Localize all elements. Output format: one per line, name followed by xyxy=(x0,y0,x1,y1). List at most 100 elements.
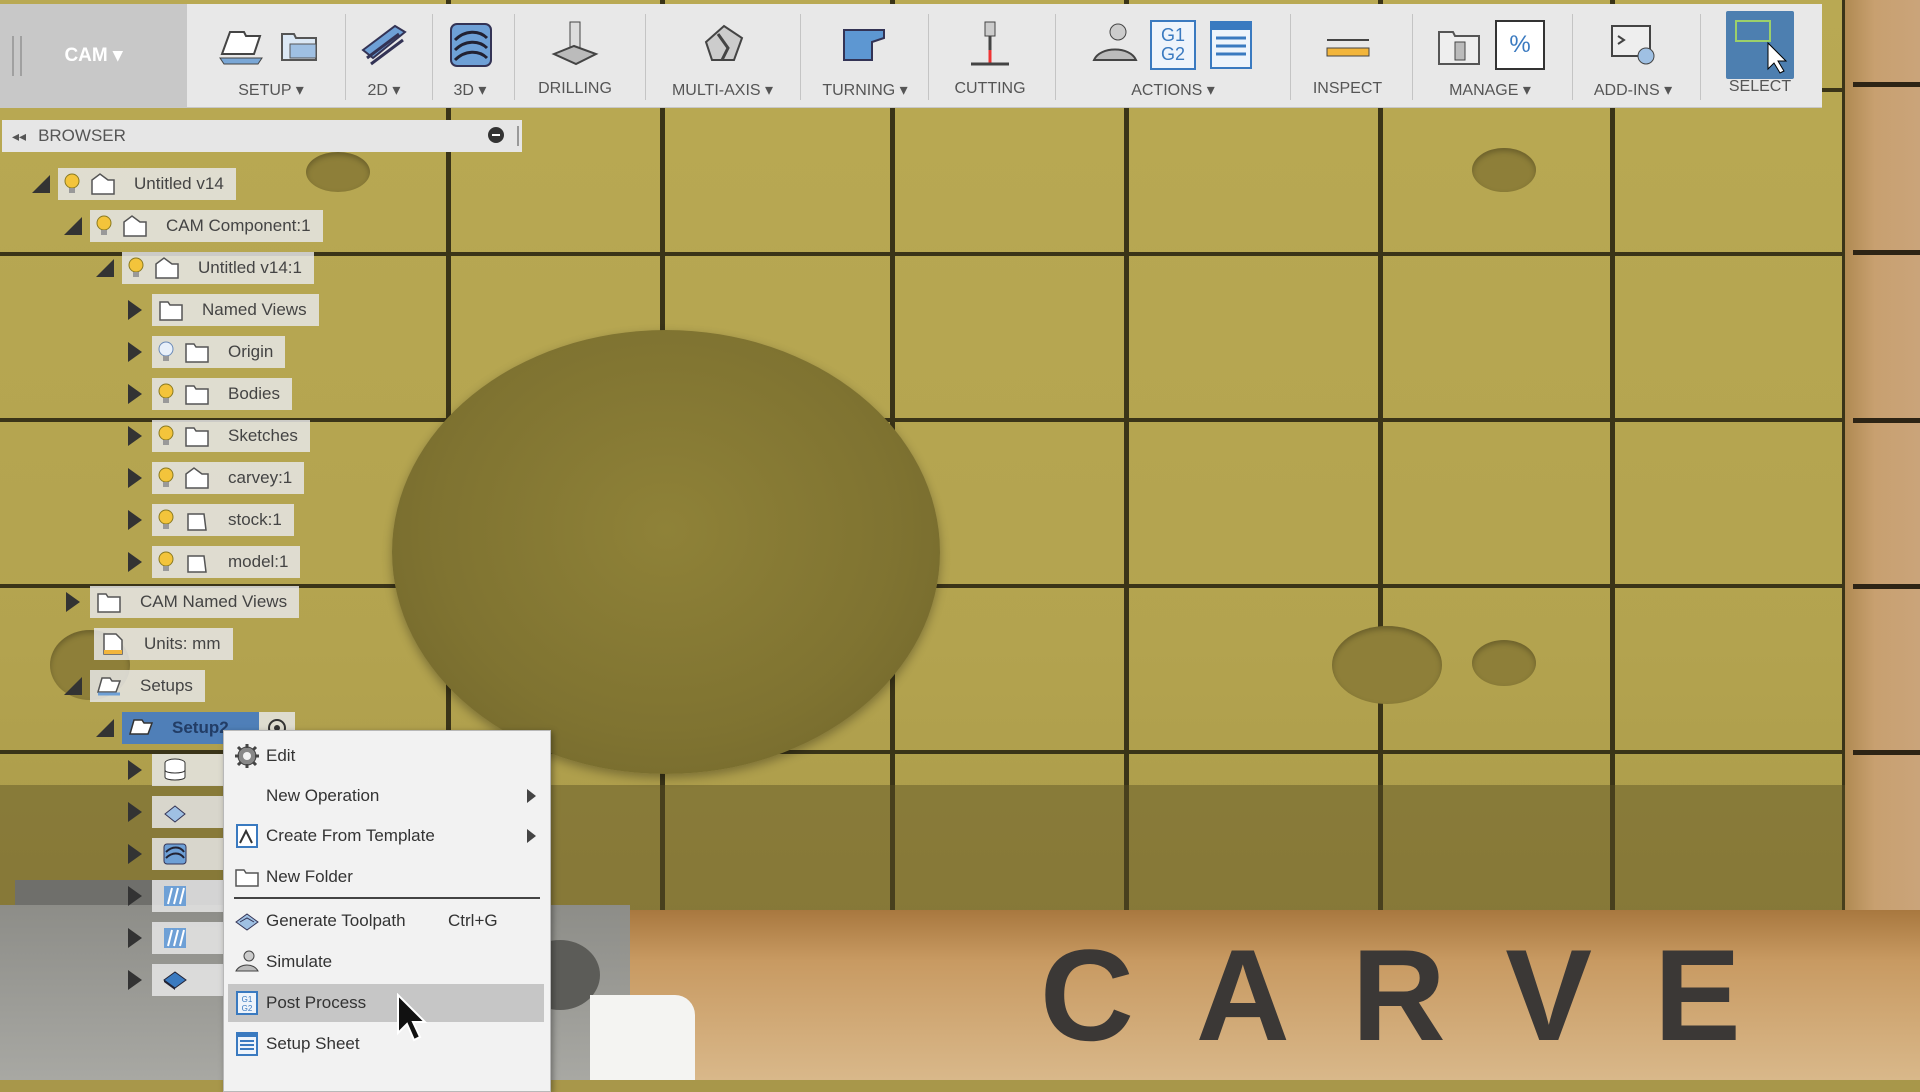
3d-label: 3D ▾ xyxy=(453,82,487,99)
expand-toggle-icon[interactable] xyxy=(124,843,146,865)
tree-node-cam-component[interactable]: CAM Component:1 xyxy=(62,209,323,243)
expand-toggle-icon[interactable] xyxy=(124,969,146,991)
2d-group[interactable]: 2D ▾ xyxy=(352,4,416,107)
visibility-bulb-icon[interactable] xyxy=(158,467,174,489)
expand-toggle-icon[interactable] xyxy=(94,257,116,279)
menu-item-generate-toolpath[interactable]: Generate Toolpath Ctrl+G xyxy=(228,902,544,940)
multi-axis-icon[interactable] xyxy=(698,20,748,70)
tree-label: CAM Named Views xyxy=(140,592,288,611)
expand-toggle-icon[interactable] xyxy=(124,425,146,447)
expand-toggle-icon[interactable] xyxy=(124,759,146,781)
tree-node-operation[interactable] xyxy=(124,879,234,913)
resize-handle[interactable] xyxy=(517,126,519,146)
visibility-bulb-icon[interactable] xyxy=(96,215,112,237)
minimize-icon[interactable] xyxy=(488,127,504,143)
workspace-switcher[interactable]: CAM ▾ xyxy=(0,4,187,107)
drill-icon[interactable] xyxy=(550,20,600,70)
tree-node-carvey[interactable]: carvey:1 xyxy=(124,461,305,495)
tree-node-model[interactable]: model:1 xyxy=(124,545,301,579)
manage-group[interactable]: % MANAGE ▾ xyxy=(1420,4,1560,107)
cutting-group[interactable]: CUTTING xyxy=(935,4,1045,107)
actions-group[interactable]: G1 G2 ACTIONS ▾ xyxy=(1068,4,1278,107)
2d-icon[interactable] xyxy=(359,20,409,70)
expand-toggle-icon[interactable] xyxy=(62,215,84,237)
visibility-bulb-off-icon[interactable] xyxy=(158,341,174,363)
tool-library-icon[interactable] xyxy=(1435,20,1485,70)
menu-item-post-process[interactable]: G1 G2 Post Process xyxy=(228,984,544,1022)
select-group[interactable]: SELECT xyxy=(1712,4,1808,107)
tree-node-units[interactable]: Units: mm xyxy=(94,627,233,661)
setup-label: SETUP ▾ xyxy=(238,82,304,99)
setup-folder-icon[interactable] xyxy=(276,20,326,70)
menu-item-label: New Folder xyxy=(266,867,353,886)
tree-node-sketches[interactable]: Sketches xyxy=(124,419,310,453)
measure-icon[interactable] xyxy=(1323,20,1373,70)
visibility-bulb-icon[interactable] xyxy=(158,551,174,573)
tree-node-operation[interactable] xyxy=(124,963,234,997)
visibility-bulb-icon[interactable] xyxy=(158,383,174,405)
menu-item-edit[interactable]: Edit xyxy=(228,737,544,775)
menu-item-setup-sheet[interactable]: Setup Sheet xyxy=(228,1025,544,1063)
menu-item-label: Edit xyxy=(266,746,296,765)
add-ins-group[interactable]: ADD-INS ▾ xyxy=(1578,4,1688,107)
expand-toggle-icon[interactable] xyxy=(124,383,146,405)
post-library-icon[interactable]: % xyxy=(1495,20,1545,70)
tree-node-untitled-v14-1[interactable]: Untitled v14:1 xyxy=(94,251,314,285)
inspect-group[interactable]: INSPECT xyxy=(1300,4,1395,107)
select-label: SELECT xyxy=(1728,78,1792,95)
expand-toggle-icon[interactable] xyxy=(124,509,146,531)
visibility-bulb-icon[interactable] xyxy=(158,509,174,531)
tree-node-cam-named-views[interactable]: CAM Named Views xyxy=(62,585,300,619)
setup-icon[interactable] xyxy=(216,20,266,70)
expand-toggle-icon[interactable] xyxy=(62,591,84,613)
visibility-bulb-icon[interactable] xyxy=(158,425,174,447)
menu-item-create-from-template[interactable]: Create From Template xyxy=(228,817,544,855)
3d-group[interactable]: 3D ▾ xyxy=(438,4,502,107)
expand-toggle-icon[interactable] xyxy=(124,467,146,489)
tree-node-operation[interactable] xyxy=(124,837,234,871)
expand-toggle-icon[interactable] xyxy=(124,299,146,321)
tree-node-named-views[interactable]: Named Views xyxy=(124,293,319,327)
turning-icon[interactable] xyxy=(840,20,890,70)
mouse-cursor-icon xyxy=(397,993,428,1042)
tree-node-setups[interactable]: Setups xyxy=(62,669,205,703)
tree-label: Named Views xyxy=(202,300,307,319)
expand-toggle-icon[interactable] xyxy=(124,341,146,363)
expand-toggle-icon[interactable] xyxy=(124,885,146,907)
expand-toggle-icon[interactable] xyxy=(62,675,84,697)
expand-toggle-icon[interactable] xyxy=(94,717,116,739)
context-menu: Edit New Operation Create From Template … xyxy=(223,730,551,1092)
dome-model[interactable] xyxy=(392,330,940,774)
tree-node-operation[interactable] xyxy=(124,921,234,955)
setup-group[interactable]: SETUP ▾ xyxy=(196,4,346,107)
hole xyxy=(1472,640,1536,686)
cutting-icon[interactable] xyxy=(965,20,1015,70)
g1g2-icon[interactable]: G1 G2 xyxy=(1150,20,1196,70)
expand-toggle-icon[interactable] xyxy=(124,927,146,949)
expand-toggle-icon[interactable] xyxy=(124,551,146,573)
menu-item-new-operation[interactable]: New Operation xyxy=(228,777,544,815)
setup-sheet-icon[interactable] xyxy=(1206,20,1256,70)
multi-axis-group[interactable]: MULTI-AXIS ▾ xyxy=(655,4,790,107)
turning-label: TURNING ▾ xyxy=(822,82,908,99)
menu-item-new-folder[interactable]: New Folder xyxy=(228,858,544,896)
drilling-group[interactable]: DRILLING xyxy=(520,4,630,107)
simulate-icon[interactable] xyxy=(1090,20,1140,70)
tree-node-origin[interactable]: Origin xyxy=(124,335,286,369)
tree-node-operation[interactable] xyxy=(124,753,234,787)
tree-node-stock[interactable]: stock:1 xyxy=(124,503,294,537)
browser-header[interactable]: ◂◂ BROWSER xyxy=(2,120,522,152)
scripts-icon[interactable] xyxy=(1608,20,1658,70)
tree-node-operation[interactable] xyxy=(124,795,234,829)
tree-node-root[interactable]: Untitled v14 xyxy=(30,167,236,201)
visibility-bulb-icon[interactable] xyxy=(128,257,144,279)
collapse-arrow-icon[interactable]: ◂◂ xyxy=(12,128,26,145)
expand-toggle-icon[interactable] xyxy=(124,801,146,823)
turning-group[interactable]: TURNING ▾ xyxy=(810,4,920,107)
menu-item-simulate[interactable]: Simulate xyxy=(228,943,544,981)
select-icon[interactable] xyxy=(1726,11,1794,79)
visibility-bulb-icon[interactable] xyxy=(64,173,80,195)
tree-node-bodies[interactable]: Bodies xyxy=(124,377,292,411)
3d-icon[interactable] xyxy=(445,20,495,70)
expand-toggle-icon[interactable] xyxy=(30,173,52,195)
